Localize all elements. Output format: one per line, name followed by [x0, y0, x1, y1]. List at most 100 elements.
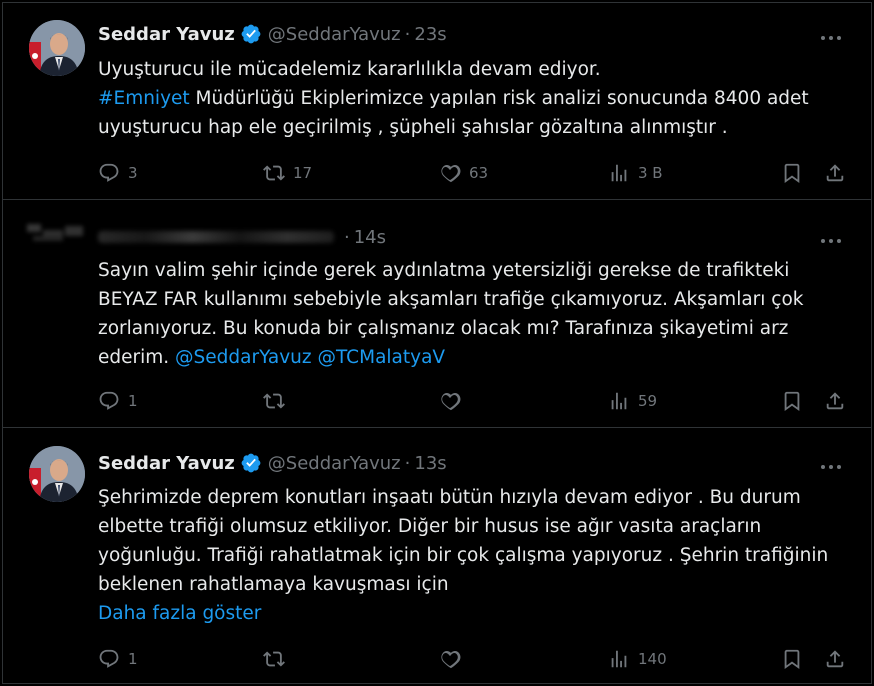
share-icon — [826, 392, 844, 410]
retweet-count: 17 — [293, 164, 313, 182]
author-handle[interactable]: @SeddarYavuz — [268, 24, 401, 45]
text-segment: Uyuşturucu ile mücadelemiz kararlılıkla … — [98, 59, 601, 80]
author-name[interactable]: Seddar Yavuz — [98, 453, 235, 474]
tweet-header: Seddar Yavuz @SeddarYavuz · 13s — [98, 451, 447, 475]
tweet-line: Uyuşturucu ile mücadelemiz kararlılıkla … — [98, 55, 853, 84]
bookmark-icon — [784, 649, 800, 670]
reply-button[interactable]: 3 — [98, 160, 138, 186]
text-segment: ederim. — [98, 347, 176, 368]
tweet[interactable]: Seddar Yavuz @SeddarYavuz · 13s Şehrimiz… — [3, 428, 871, 683]
author-name[interactable]: Seddar Yavuz — [98, 24, 235, 45]
like-button[interactable] — [439, 646, 469, 672]
retweet-button[interactable] — [263, 388, 293, 414]
blurred-author[interactable] — [98, 231, 334, 243]
heart-icon — [441, 165, 461, 183]
views-button[interactable]: 140 — [608, 646, 667, 672]
reply-button[interactable]: 1 — [98, 388, 138, 414]
text-segment: Müdürlüğü Ekiplerimizce yapılan risk ana… — [189, 88, 809, 109]
share-button[interactable] — [824, 388, 846, 414]
text-segment: zorlanıyoruz. Bu konuda bir çalışmanız o… — [98, 318, 789, 339]
views-icon — [611, 650, 627, 668]
bookmark-button[interactable] — [781, 646, 803, 672]
text-segment: Şehrimizde deprem konutları inşaatı bütü… — [98, 487, 801, 508]
verified-badge-icon — [240, 23, 262, 45]
reply-icon — [99, 649, 119, 668]
text-segment: uyuşturucu hap ele geçirilmiş , şüpheli … — [98, 117, 728, 138]
tweet-line: beklenen rahatlamaya kavuşması için — [98, 570, 853, 599]
hashtag-link[interactable]: #Emniyet — [98, 88, 190, 109]
reply-button[interactable]: 1 — [98, 646, 138, 672]
reply-icon — [99, 163, 119, 182]
tweet-line: #Emniyet Müdürlüğü Ekiplerimizce yapılan… — [98, 84, 853, 113]
reply-count: 3 — [128, 164, 138, 182]
more-icon[interactable] — [819, 29, 843, 49]
bookmark-button[interactable] — [781, 160, 803, 186]
retweet-icon — [263, 165, 285, 181]
separator-dot: · — [344, 226, 350, 248]
tweet-line: elbette trafiği olumsuz etkiliyor. Diğer… — [98, 512, 853, 541]
retweet-icon — [263, 393, 285, 409]
timestamp[interactable]: 13s — [414, 453, 446, 474]
reply-icon — [99, 391, 119, 410]
bookmark-icon — [784, 391, 800, 412]
bookmark-icon — [784, 163, 800, 184]
avatar[interactable] — [25, 220, 87, 250]
tweet-text: Uyuşturucu ile mücadelemiz kararlılıkla … — [98, 55, 853, 142]
more-icon[interactable] — [819, 458, 843, 478]
avatar[interactable] — [29, 20, 85, 76]
tweet-line: ederim. @SeddarYavuz @TCMalatyaV — [98, 343, 853, 372]
tweet-actions: 3 17 63 3 B — [98, 160, 858, 186]
bookmark-button[interactable] — [781, 388, 803, 414]
timeline: Seddar Yavuz @SeddarYavuz · 23s Uyuşturu… — [2, 2, 872, 684]
tweet-line: Sayın valim şehir içinde gerek aydınlatm… — [98, 256, 853, 285]
share-button[interactable] — [824, 646, 846, 672]
mention-link[interactable]: @SeddarYavuz — [175, 347, 312, 368]
timestamp[interactable]: 14s — [354, 227, 386, 248]
separator-dot: · — [404, 452, 411, 474]
reply-count: 1 — [128, 392, 138, 410]
views-icon — [611, 164, 627, 182]
views-button[interactable]: 59 — [608, 388, 657, 414]
retweet-button[interactable] — [263, 646, 293, 672]
views-count: 3 B — [638, 164, 663, 182]
tweet[interactable]: · 14s Sayın valim şehir içinde gerek ayd… — [3, 200, 871, 428]
like-count: 63 — [469, 164, 489, 182]
views-count: 59 — [638, 392, 658, 410]
verified-badge-icon — [240, 452, 262, 474]
reply-count: 1 — [128, 650, 138, 668]
timestamp[interactable]: 23s — [414, 24, 446, 45]
tweet[interactable]: Seddar Yavuz @SeddarYavuz · 23s Uyuşturu… — [3, 3, 871, 200]
heart-icon — [441, 651, 461, 669]
views-icon — [611, 392, 627, 410]
share-button[interactable] — [824, 160, 846, 186]
tweet-line: Daha fazla göster — [98, 599, 853, 628]
text-segment: yoğunluğu. Trafiği rahatlatmak için bir … — [98, 545, 829, 566]
share-icon — [826, 650, 844, 668]
views-button[interactable]: 3 B — [608, 160, 663, 186]
tweet-line: zorlanıyoruz. Bu konuda bir çalışmanız o… — [98, 314, 853, 343]
separator-dot: · — [404, 23, 411, 45]
tweet-text: Şehrimizde deprem konutları inşaatı bütü… — [98, 483, 853, 628]
tweet-header: · 14s — [98, 225, 386, 249]
tweet-line: Şehrimizde deprem konutları inşaatı bütü… — [98, 483, 853, 512]
show-more-link[interactable]: Daha fazla göster — [98, 603, 261, 624]
like-button[interactable]: 63 — [439, 160, 488, 186]
views-count: 140 — [638, 650, 667, 668]
share-icon — [826, 164, 844, 182]
text-segment: beklenen rahatlamaya kavuşması için — [98, 574, 449, 595]
tweet-line: yoğunluğu. Trafiği rahatlatmak için bir … — [98, 541, 853, 570]
tweet-actions: 1 140 — [98, 646, 858, 672]
tweet-actions: 1 59 — [98, 388, 858, 414]
retweet-button[interactable]: 17 — [263, 160, 312, 186]
tweet-line: uyuşturucu hap ele geçirilmiş , şüpheli … — [98, 113, 853, 142]
tweet-text: Sayın valim şehir içinde gerek aydınlatm… — [98, 256, 853, 372]
avatar[interactable] — [29, 446, 85, 502]
tweet-header: Seddar Yavuz @SeddarYavuz · 23s — [98, 22, 447, 46]
heart-icon — [441, 393, 461, 411]
mention-link[interactable]: @TCMalatyaV — [317, 347, 445, 368]
author-handle[interactable]: @SeddarYavuz — [268, 453, 401, 474]
text-segment: BEYAZ FAR kullanımı sebebiyle akşamları … — [98, 289, 804, 310]
like-button[interactable] — [439, 388, 469, 414]
more-icon[interactable] — [819, 232, 843, 252]
text-segment: Sayın valim şehir içinde gerek aydınlatm… — [98, 260, 790, 281]
